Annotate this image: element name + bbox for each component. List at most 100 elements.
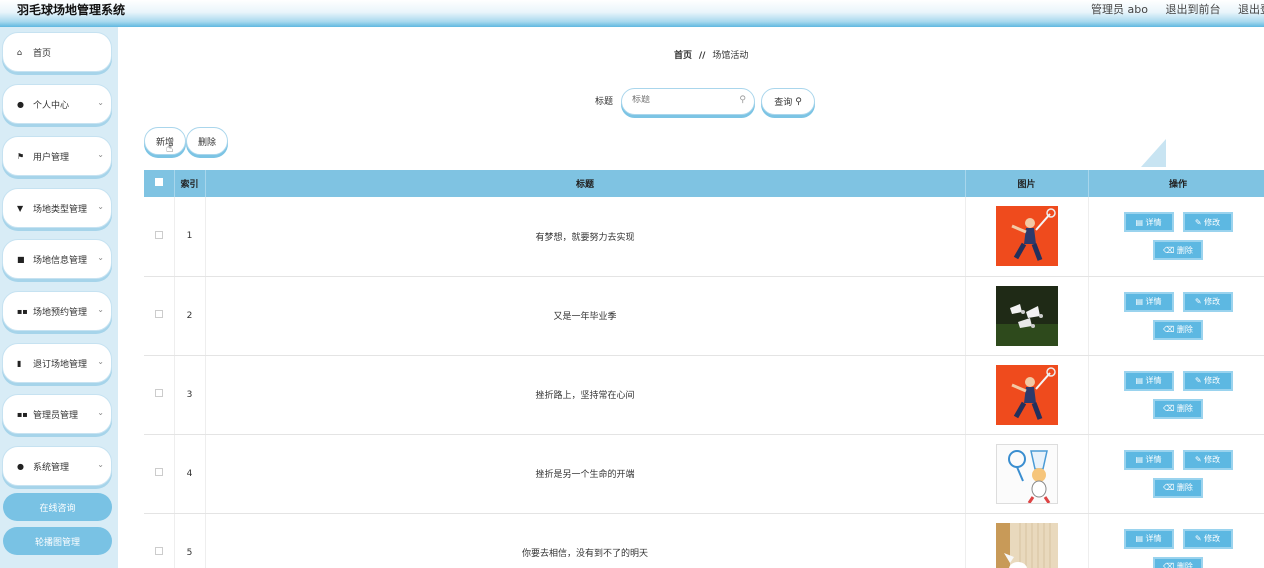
hand-cursor-icon: ☝	[166, 141, 174, 155]
row-image-cell	[965, 197, 1089, 277]
row-delete-button[interactable]: ⌫ 删除	[1153, 398, 1203, 419]
user-icon: ●	[17, 461, 24, 471]
edit-button[interactable]: ✎ 修改	[1182, 291, 1233, 312]
detail-button-label: 详情	[1145, 297, 1162, 306]
table-row: 4 挫折是另一个生命的开端 ▤ 详情 ✎ 修改 ⌫ 删除	[144, 434, 1264, 514]
row-checkbox[interactable]	[154, 468, 163, 476]
detail-button-label: 详情	[1145, 455, 1162, 464]
row-thumbnail-image	[995, 285, 1058, 346]
row-title: 挫折是另一个生命的开端	[205, 434, 966, 514]
row-checkbox[interactable]	[154, 547, 163, 555]
sidebar-item[interactable]: ■ 场地信息管理 ⌄	[2, 239, 112, 279]
app-title: 羽毛球场地管理系统	[17, 3, 126, 17]
row-actions-cell: ▤ 详情 ✎ 修改 ⌫ 删除	[1088, 355, 1264, 435]
add-button[interactable]: 新增	[144, 127, 186, 155]
data-table: 索引 标题 图片 操作 1 有梦想，就要努力去实现 ▤ 详情 ✎ 修改 ⌫ 删除 2 又是一…	[144, 170, 1264, 568]
sidebar-item-label: 管理员管理	[33, 410, 79, 421]
row-index: 4	[174, 434, 206, 514]
edit-button[interactable]: ✎ 修改	[1182, 370, 1233, 391]
row-select-cell	[144, 197, 175, 277]
row-actions-cell: ▤ 详情 ✎ 修改 ⌫ 删除	[1088, 197, 1264, 277]
current-user: 管理员 abo	[1091, 3, 1148, 16]
sidebar-item[interactable]: ⌂ 首页	[2, 32, 112, 72]
sidebar-item[interactable]: ⚑ 用户管理 ⌄	[2, 136, 112, 176]
trash-icon: ⌫	[1163, 483, 1177, 492]
flag-icon: ⚑	[17, 151, 25, 161]
detail-button[interactable]: ▤ 详情	[1123, 291, 1174, 312]
sidebar-item-label: 个人中心	[33, 100, 70, 111]
row-select-cell	[144, 276, 175, 356]
sidebar-item[interactable]: ▪▪ 场地预约管理 ⌄	[2, 291, 112, 331]
sidebar-item[interactable]: ▮ 退订场地管理 ⌄	[2, 343, 112, 383]
row-image-cell	[965, 434, 1089, 514]
pencil-icon: ✎	[1194, 297, 1205, 306]
search-input[interactable]	[632, 95, 732, 105]
chevron-down-icon: ⌄	[97, 357, 104, 366]
delete-button[interactable]: 删除	[186, 127, 228, 155]
sidebar-subitem[interactable]: 轮播图管理	[3, 527, 112, 555]
row-thumbnail-image	[995, 364, 1058, 425]
sidebar-item[interactable]: ● 个人中心 ⌄	[2, 84, 112, 124]
sidebar-item[interactable]: ▼ 场地类型管理 ⌄	[2, 188, 112, 228]
search-icon: ⚲	[739, 95, 746, 105]
table-header-row: 索引 标题 图片 操作	[144, 170, 1264, 197]
edit-button-label: 修改	[1204, 534, 1221, 543]
user-icon: ●	[17, 99, 24, 109]
search-button[interactable]: 查询 ⚲	[761, 88, 815, 115]
logout-link[interactable]: 退出登录	[1238, 3, 1264, 16]
breadcrumb: 首页 // 场馆活动	[674, 48, 748, 61]
row-select-cell	[144, 513, 175, 568]
pencil-icon: ✎	[1194, 455, 1205, 464]
detail-button[interactable]: ▤ 详情	[1123, 370, 1174, 391]
row-index: 5	[174, 513, 206, 568]
row-delete-button[interactable]: ⌫ 删除	[1153, 240, 1203, 261]
chevron-down-icon: ⌄	[97, 253, 104, 262]
search-icon: ⚲	[795, 96, 802, 107]
edit-button-label: 修改	[1204, 376, 1221, 385]
pencil-icon: ✎	[1194, 534, 1205, 543]
sidebar-item[interactable]: ▪▪ 管理员管理 ⌄	[2, 394, 112, 434]
trash-icon: ⌫	[1163, 562, 1177, 568]
breadcrumb-home[interactable]: 首页	[674, 51, 692, 61]
select-all-checkbox[interactable]	[154, 178, 163, 186]
row-delete-button-label: 删除	[1176, 245, 1193, 255]
table-row: 5 你要去相信，没有到不了的明天 ▤ 详情 ✎ 修改 ⌫ 删除	[144, 513, 1264, 568]
detail-button[interactable]: ▤ 详情	[1123, 528, 1174, 549]
detail-button-label: 详情	[1145, 217, 1162, 227]
row-actions: ▤ 详情 ✎ 修改 ⌫ 删除	[1113, 212, 1243, 261]
to-front-link[interactable]: 退出到前台	[1166, 3, 1221, 16]
row-delete-button[interactable]: ⌫ 删除	[1153, 319, 1203, 340]
decorative-triangle	[1141, 139, 1166, 167]
search-field[interactable]: ⚲	[621, 88, 755, 115]
sidebar-item[interactable]: ● 系统管理 ⌄	[2, 446, 112, 486]
main-content: 首页 // 场馆活动 标题 ⚲ 查询 ⚲ 新增 删除 ☝ 索引 标题 图片 操作…	[118, 27, 1264, 568]
row-checkbox[interactable]	[154, 389, 163, 397]
row-actions: ▤ 详情 ✎ 修改 ⌫ 删除	[1113, 449, 1243, 498]
sidebar-item-label: 场地类型管理	[33, 204, 88, 215]
chevron-down-icon: ⌄	[97, 202, 104, 211]
sidebar-subitem[interactable]: 在线咨询	[3, 493, 112, 521]
header-links: 管理员 abo 退出到前台 退出登录	[1077, 1, 1264, 17]
row-checkbox[interactable]	[154, 310, 163, 318]
trash-icon: ⌫	[1163, 404, 1177, 413]
row-actions-cell: ▤ 详情 ✎ 修改 ⌫ 删除	[1088, 276, 1264, 356]
edit-button[interactable]: ✎ 修改	[1182, 212, 1233, 233]
trash-icon: ⌫	[1163, 245, 1177, 255]
chevron-down-icon: ⌄	[97, 460, 104, 469]
detail-button[interactable]: ▤ 详情	[1123, 449, 1174, 470]
row-delete-button-label: 删除	[1176, 404, 1193, 413]
detail-button-label: 详情	[1145, 376, 1162, 385]
trash-icon: ▮	[17, 358, 22, 368]
document-icon: ▤	[1135, 297, 1146, 306]
table-row: 3 挫折路上，坚持常在心间 ▤ 详情 ✎ 修改 ⌫ 删除	[144, 355, 1264, 435]
table-row: 1 有梦想，就要努力去实现 ▤ 详情 ✎ 修改 ⌫ 删除	[144, 197, 1264, 277]
row-checkbox[interactable]	[154, 230, 163, 239]
row-delete-button[interactable]: ⌫ 删除	[1153, 556, 1203, 568]
detail-button[interactable]: ▤ 详情	[1123, 212, 1174, 233]
detail-button-label: 详情	[1145, 534, 1162, 543]
grid-icon: ▪▪	[17, 409, 28, 419]
row-image-cell	[965, 276, 1089, 356]
edit-button[interactable]: ✎ 修改	[1182, 528, 1233, 549]
row-delete-button[interactable]: ⌫ 删除	[1153, 477, 1203, 498]
edit-button[interactable]: ✎ 修改	[1182, 449, 1233, 470]
